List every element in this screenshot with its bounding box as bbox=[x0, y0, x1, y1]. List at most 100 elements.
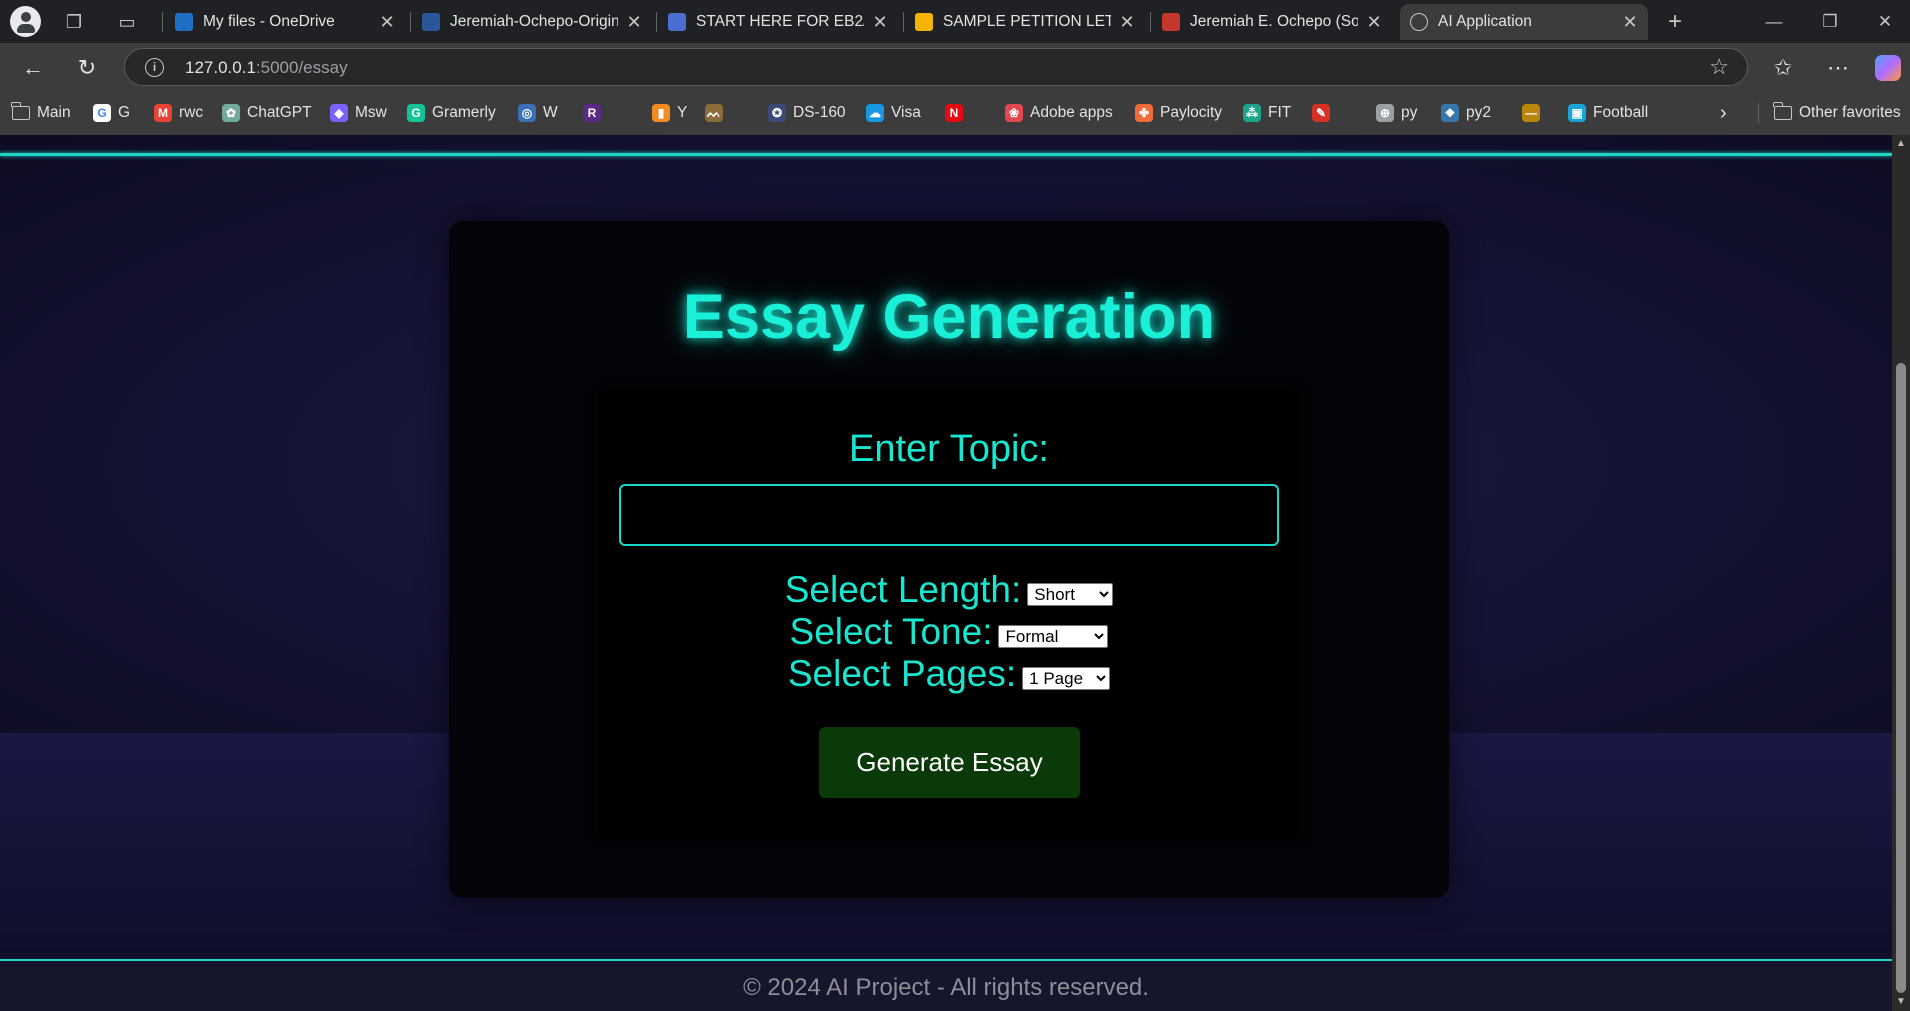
tab-title: START HERE FOR EB2/NIW bbox=[696, 13, 864, 30]
restore-icon[interactable]: ❐ bbox=[1810, 7, 1850, 37]
new-tab-icon[interactable]: + bbox=[1661, 8, 1689, 36]
more-menu-icon[interactable]: ⋯ bbox=[1823, 53, 1853, 83]
scroll-thumb[interactable] bbox=[1896, 363, 1906, 993]
tab-title: SAMPLE PETITION LETTER bbox=[943, 13, 1111, 30]
bookmark-msw[interactable]: ◆ Msw bbox=[330, 102, 387, 124]
cloud-icon: ☁ bbox=[866, 104, 884, 122]
close-window-icon[interactable]: ✕ bbox=[1865, 7, 1905, 37]
bookmark-crown[interactable]: ᨓ bbox=[705, 102, 730, 124]
workspaces-icon[interactable]: ❐ bbox=[60, 8, 88, 36]
y-icon: ▮ bbox=[652, 104, 670, 122]
bookmark-label: Msw bbox=[355, 104, 387, 121]
bookmark-gramerly[interactable]: G Gramerly bbox=[407, 102, 496, 124]
length-select[interactable]: Short bbox=[1027, 582, 1114, 606]
bookmark-py2[interactable]: ❖ py2 bbox=[1441, 102, 1491, 124]
bookmark-football[interactable]: ▣ Football bbox=[1568, 102, 1648, 124]
pdf-icon bbox=[1162, 13, 1180, 31]
bookmark-ds-160[interactable]: ✪ DS-160 bbox=[768, 102, 846, 124]
bookmarks-overflow-chevron-icon[interactable]: › bbox=[1720, 102, 1727, 124]
minimize-icon[interactable]: — bbox=[1754, 7, 1794, 37]
bookmarks-separator bbox=[1758, 103, 1759, 123]
r-icon: R bbox=[583, 104, 601, 122]
generate-essay-button[interactable]: Generate Essay bbox=[819, 727, 1080, 798]
bookmarks-bar: Main G G Mrwc ✿ ChatGPT ◆ Msw G Gramerly ◎ W R ▮ Y ᨓ ✪ DS… bbox=[0, 91, 1910, 135]
bookmark-g[interactable]: GG bbox=[93, 102, 130, 124]
tab-sample-petition[interactable]: SAMPLE PETITION LETTER ✕ bbox=[905, 4, 1145, 40]
page-scrollbar[interactable]: ▲ ▼ bbox=[1892, 135, 1910, 1011]
profile-avatar-icon[interactable] bbox=[10, 6, 41, 37]
docs-icon bbox=[668, 13, 686, 31]
back-arrow-icon[interactable]: ← bbox=[18, 53, 48, 83]
tone-label: Select Tone: bbox=[789, 611, 993, 652]
scroll-down-icon[interactable]: ▼ bbox=[1895, 996, 1907, 1008]
compass-icon: ✎ bbox=[1312, 104, 1330, 122]
tab-resume-pdf[interactable]: Jeremiah E. Ochepo (Software ✕ bbox=[1152, 4, 1392, 40]
bookmark-label: FIT bbox=[1268, 104, 1292, 121]
adobe-icon: ❀ bbox=[1005, 104, 1023, 122]
tab-strip: ❐ ▭ My files - OneDrive ✕ Jeremiah-Ochep… bbox=[0, 0, 1910, 43]
scroll-up-icon[interactable]: ▲ bbox=[1895, 138, 1907, 150]
tab-title: My files - OneDrive bbox=[203, 13, 335, 30]
bookmark-label: G bbox=[118, 104, 131, 121]
bookmark-chatgpt[interactable]: ✿ ChatGPT bbox=[222, 102, 312, 124]
tab-title: Jeremiah E. Ochepo (Software bbox=[1190, 13, 1358, 30]
copilot-icon[interactable] bbox=[1875, 55, 1901, 81]
fit-icon: ⁂ bbox=[1243, 104, 1261, 122]
page-viewport: Essay Generation Enter Topic: Select Len… bbox=[0, 135, 1892, 1011]
close-icon[interactable]: ✕ bbox=[626, 12, 642, 33]
bookmark-label: ChatGPT bbox=[247, 104, 312, 121]
bookmark-py[interactable]: ⊕ py bbox=[1376, 102, 1417, 124]
w-icon: ◎ bbox=[518, 104, 536, 122]
close-icon[interactable]: ✕ bbox=[1119, 12, 1135, 33]
tab-eb2-niw[interactable]: START HERE FOR EB2/NIW ✕ bbox=[658, 4, 898, 40]
tab-word-document[interactable]: Jeremiah-Ochepo-Original ✕ bbox=[412, 4, 652, 40]
msw-icon: ◆ bbox=[330, 104, 348, 122]
topic-input[interactable] bbox=[619, 484, 1279, 546]
google-icon: G bbox=[93, 104, 111, 122]
bookmark-main[interactable]: Main bbox=[11, 102, 71, 124]
folder-icon bbox=[1773, 102, 1792, 120]
other-favorites[interactable]: Other favorites bbox=[1773, 102, 1901, 124]
close-icon[interactable]: ✕ bbox=[379, 12, 395, 33]
bookmark-adobe-apps[interactable]: ❀ Adobe apps bbox=[1005, 102, 1113, 124]
close-icon[interactable]: ✕ bbox=[1366, 12, 1382, 33]
bookmark-y[interactable]: ▮ Y bbox=[652, 102, 687, 124]
header-divider bbox=[0, 153, 1892, 156]
crown-icon: ᨓ bbox=[705, 104, 723, 122]
reload-icon[interactable]: ↻ bbox=[72, 53, 102, 83]
bookmark-label: rwc bbox=[179, 104, 204, 121]
bookmark-label: DS-160 bbox=[793, 104, 846, 121]
chatgpt-icon: ✿ bbox=[222, 104, 240, 122]
tab-separator bbox=[656, 12, 657, 32]
address-bar[interactable]: i 127.0.0.1:5000/essay ☆ bbox=[124, 48, 1748, 86]
tab-separator bbox=[1150, 12, 1151, 32]
netflix-icon: N bbox=[945, 104, 963, 122]
bookmark-w[interactable]: ◎ W bbox=[518, 102, 558, 124]
bookmark-label: W bbox=[543, 104, 558, 121]
tab-onedrive[interactable]: My files - OneDrive ✕ bbox=[165, 4, 405, 40]
bookmark-r[interactable]: R bbox=[583, 102, 608, 124]
bookmark-visa[interactable]: ☁ Visa bbox=[866, 102, 921, 124]
bookmark-netflix[interactable]: N bbox=[945, 102, 970, 124]
tone-select[interactable]: Formal bbox=[998, 624, 1109, 648]
close-icon[interactable]: ✕ bbox=[1622, 12, 1638, 33]
bookmark-fit[interactable]: ⁂ FIT bbox=[1243, 102, 1291, 124]
pages-select[interactable]: 1 Page bbox=[1022, 666, 1111, 690]
footer-copyright: © 2024 AI Project - All rights reserved. bbox=[743, 974, 1149, 1001]
bookmark-paylocity[interactable]: ✤ Paylocity bbox=[1135, 102, 1222, 124]
seal-icon: ✪ bbox=[768, 104, 786, 122]
site-info-icon[interactable]: i bbox=[145, 58, 164, 77]
bookmark-label: Football bbox=[1593, 104, 1649, 121]
bookmark-label: Paylocity bbox=[1160, 104, 1223, 121]
bookmark-label: py bbox=[1401, 104, 1418, 121]
other-favorites-label: Other favorites bbox=[1799, 104, 1901, 121]
tab-actions-icon[interactable]: ▭ bbox=[113, 8, 141, 36]
bookmark-dash[interactable]: — bbox=[1522, 102, 1547, 124]
favorites-icon[interactable]: ✩ bbox=[1768, 53, 1798, 83]
close-icon[interactable]: ✕ bbox=[872, 12, 888, 33]
bookmark-rwc[interactable]: Mrwc bbox=[154, 102, 203, 124]
tab-ai-application[interactable]: AI Application ✕ bbox=[1400, 4, 1648, 40]
url-text[interactable]: 127.0.0.1:5000/essay bbox=[185, 58, 348, 78]
bookmark-compass[interactable]: ✎ bbox=[1312, 102, 1337, 124]
favorite-star-icon[interactable]: ☆ bbox=[1709, 54, 1729, 80]
